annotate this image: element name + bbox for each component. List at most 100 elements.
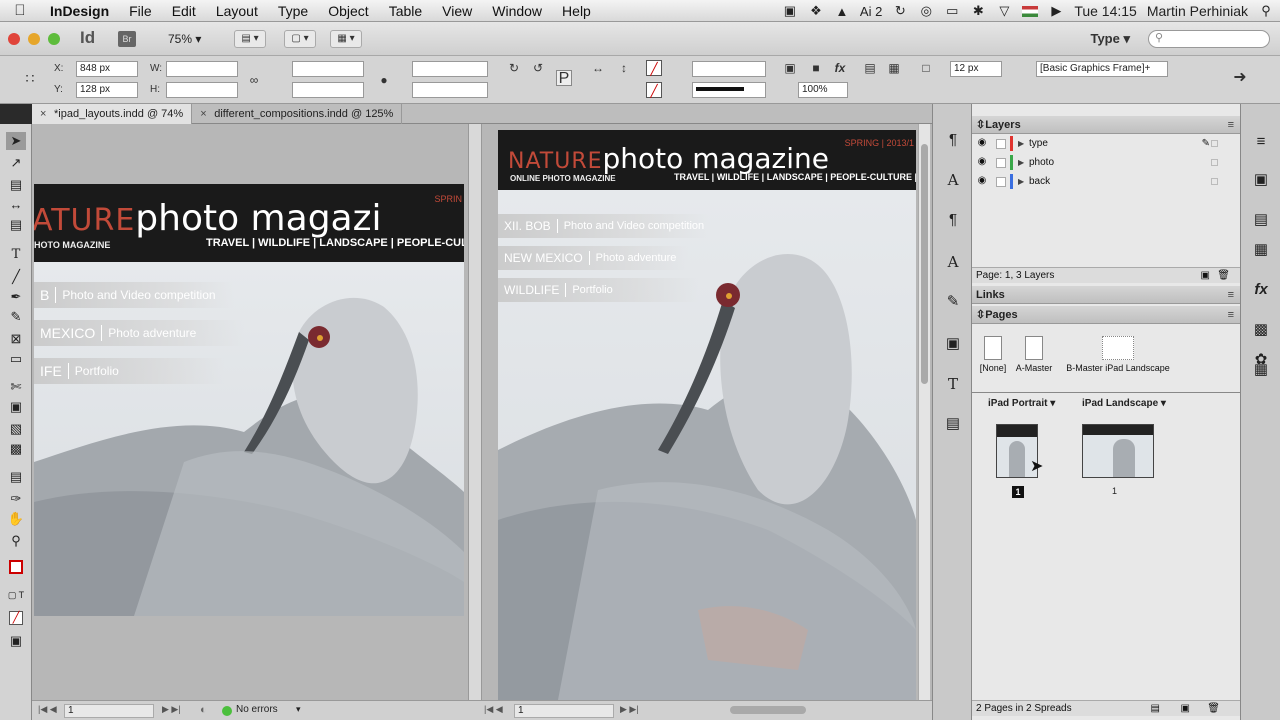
master-none[interactable]: [None] — [976, 336, 1010, 373]
direct-selection-tool-icon[interactable]: ↗ — [6, 154, 26, 172]
spotlight-icon[interactable]: ⚲ — [1258, 3, 1274, 18]
pen-tool-icon[interactable]: ✒ — [6, 288, 26, 306]
expand-triangle-icon[interactable]: ▶ — [1018, 134, 1024, 153]
screen-mode-button[interactable]: ▢ ▾ — [284, 30, 316, 48]
display-icon[interactable]: ▭ — [944, 3, 960, 18]
wifi-icon[interactable]: ▽ — [996, 3, 1012, 18]
eye-icon[interactable]: ◉ — [976, 157, 988, 167]
left-page[interactable]: ATUREphoto magazi SPRIN HOTO MAGAZINE TR… — [34, 184, 464, 616]
stroke-panel-icon[interactable]: ≡ — [1251, 132, 1271, 152]
user-name[interactable]: Martin Perhiniak — [1147, 3, 1248, 19]
rectangle-frame-tool-icon[interactable]: ⊠ — [6, 330, 26, 348]
lock-toggle[interactable] — [996, 158, 1006, 168]
gap-tool-icon[interactable]: ↔ — [6, 196, 26, 214]
ai-icon[interactable]: Ai 2 — [860, 4, 882, 19]
layers-panel-header[interactable]: ⇳Layers ≡ — [972, 116, 1240, 134]
panel-menu-icon[interactable]: ≡ — [1228, 116, 1234, 134]
expand-triangle-icon[interactable]: ▶ — [1018, 172, 1024, 191]
gradient-icon[interactable]: ▩ — [1251, 320, 1271, 340]
layout-ipad-landscape[interactable]: iPad Landscape ▾ — [1082, 398, 1166, 409]
effects-panel-icon[interactable]: fx — [1251, 280, 1271, 300]
x-position-field[interactable]: 848 px — [76, 61, 138, 77]
zoom-window-button[interactable] — [48, 33, 60, 45]
horizontal-scroll-thumb[interactable] — [730, 706, 806, 714]
gradient-swatch-tool-icon[interactable]: ▧ — [6, 420, 26, 438]
lightning-icon[interactable]: ➜ — [1232, 70, 1248, 86]
gap-icon[interactable]: □ — [918, 60, 934, 76]
volume-icon[interactable]: ▶ — [1048, 3, 1064, 18]
rectangle-tool-icon[interactable]: ▭ — [6, 350, 26, 368]
right-page[interactable]: NATUREphoto magazine SPRING | 2013/1 ONL… — [498, 130, 916, 700]
search-field[interactable]: ⚲ — [1148, 30, 1270, 48]
master-b[interactable]: B-Master iPad Landscape — [1062, 336, 1174, 373]
flip-vertical-icon[interactable]: ↕ — [616, 60, 632, 76]
next-page-icon-right[interactable]: ▶ ▶| — [620, 704, 639, 715]
page-number-field[interactable]: 1 — [64, 704, 154, 718]
lock-toggle[interactable] — [996, 177, 1006, 187]
reference-point-icon[interactable]: ∷ — [22, 70, 38, 86]
align-icon[interactable]: ▤ — [1251, 210, 1271, 230]
layout-ipad-portrait[interactable]: iPad Portrait ▾ — [988, 398, 1055, 409]
page-thumbnail-landscape[interactable] — [1082, 424, 1154, 478]
hand-tool-icon[interactable]: ✋ — [6, 510, 26, 528]
flip-horizontal-icon[interactable]: ↔ — [590, 60, 606, 76]
pathfinder-icon[interactable]: ▦ — [1251, 240, 1271, 260]
eyedropper-tool-icon[interactable]: ✑ — [6, 490, 26, 508]
lock-toggle[interactable] — [996, 139, 1006, 149]
menu-help[interactable]: Help — [552, 3, 601, 19]
character-styles-icon[interactable]: A — [943, 252, 963, 272]
table-panel-icon[interactable]: ▦ — [1251, 360, 1271, 380]
layer-row[interactable]: ◉ ▶ type ✎ — [972, 134, 1240, 153]
text-wrap-none-icon[interactable]: ▤ — [862, 60, 878, 76]
selection-square[interactable] — [1211, 178, 1218, 185]
height-field[interactable] — [166, 82, 238, 98]
bluetooth-icon[interactable]: ✱ — [970, 3, 986, 18]
chain-link-icon[interactable]: ● — [376, 72, 392, 88]
stroke-type-dropdown[interactable] — [692, 82, 766, 98]
select-container-icon[interactable]: P — [556, 70, 572, 87]
flag-icon[interactable] — [1022, 4, 1039, 18]
panel-menu-icon[interactable]: ≡ — [1228, 306, 1234, 324]
menu-app[interactable]: InDesign — [40, 3, 119, 19]
close-window-button[interactable] — [8, 33, 20, 45]
menu-edit[interactable]: Edit — [162, 3, 206, 19]
close-tab-icon[interactable]: × — [200, 104, 206, 124]
collapse-icon[interactable]: ⇳ — [976, 309, 985, 321]
menu-type[interactable]: Type — [268, 3, 318, 19]
arrange-documents-button[interactable]: ▦ ▾ — [330, 30, 362, 48]
close-tab-icon[interactable]: × — [40, 104, 46, 124]
eye-icon[interactable]: ◉ — [976, 138, 988, 148]
line-tool-icon[interactable]: ╱ — [6, 268, 26, 286]
scroll-thumb[interactable] — [921, 144, 928, 384]
notes-icon[interactable]: ▤ — [943, 414, 963, 434]
view-options-button[interactable]: ▤ ▾ — [234, 30, 266, 48]
opacity-field[interactable]: 100% — [798, 82, 848, 98]
zoom-level-dropdown[interactable]: 75% ▾ — [168, 32, 201, 46]
swatches-icon[interactable]: ▣ — [1251, 170, 1271, 190]
fill-stroke-icon[interactable] — [6, 560, 26, 578]
note-tool-icon[interactable]: ▤ — [6, 468, 26, 486]
glyphs-icon[interactable]: ✎ — [943, 292, 963, 312]
layer-row[interactable]: ◉ ▶ back — [972, 172, 1240, 191]
menu-layout[interactable]: Layout — [206, 3, 268, 19]
scissors-tool-icon[interactable]: ✄ — [6, 378, 26, 396]
apple-icon[interactable]:  — [0, 2, 40, 19]
new-page-icon[interactable]: ▣ — [1181, 701, 1190, 717]
panel-menu-icon[interactable]: ≡ — [1228, 286, 1234, 304]
record-icon[interactable]: ◎ — [918, 3, 934, 18]
menu-table[interactable]: Table — [379, 3, 432, 19]
menu-view[interactable]: View — [432, 3, 482, 19]
drop-shadow-icon[interactable]: ▣ — [782, 60, 798, 76]
master-a[interactable]: A-Master — [1012, 336, 1056, 373]
menu-object[interactable]: Object — [318, 3, 378, 19]
gradient-feather-tool-icon[interactable]: ▩ — [6, 440, 26, 458]
document-canvas[interactable]: ATUREphoto magazi SPRIN HOTO MAGAZINE TR… — [32, 124, 932, 700]
workspace-switcher[interactable]: Type ▾ — [1090, 31, 1130, 47]
scale-x-field[interactable] — [292, 61, 364, 77]
bridge-button[interactable]: Br — [118, 31, 136, 47]
delete-page-icon[interactable]: 🗑 — [1207, 701, 1220, 717]
gap-field[interactable]: 12 px — [950, 61, 1002, 77]
scale-y-field[interactable] — [292, 82, 364, 98]
preflight-menu-icon[interactable]: ▾ — [296, 704, 301, 715]
sync-icon[interactable]: ↻ — [892, 3, 908, 18]
